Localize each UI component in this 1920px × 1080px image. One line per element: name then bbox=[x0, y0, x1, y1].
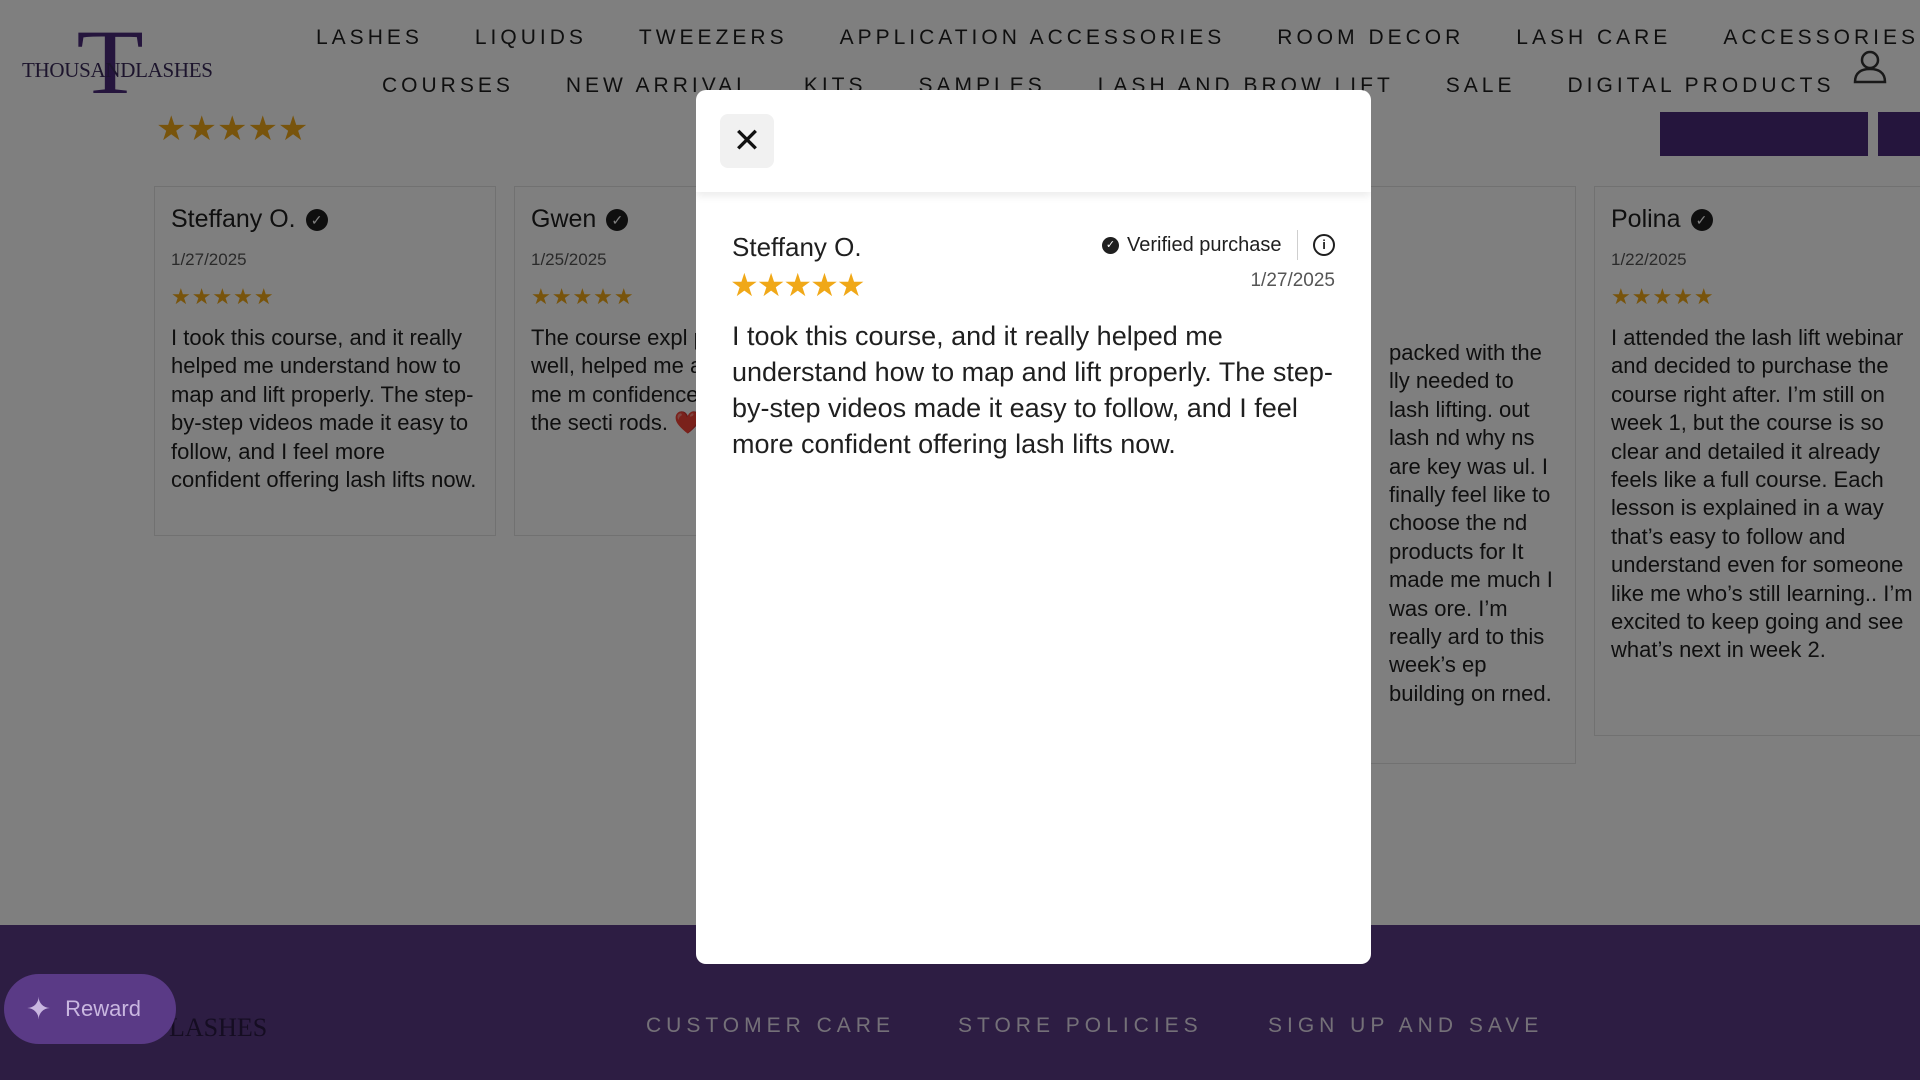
modal-header: ✕ bbox=[696, 90, 1371, 192]
verified-purchase-label: Verified purchase bbox=[1127, 234, 1282, 256]
review-modal: ✕ Steffany O. ✓ Verified purchase i ★★★★… bbox=[696, 90, 1371, 964]
modal-review-stars: ★★★★★ bbox=[730, 267, 865, 303]
badge-divider bbox=[1297, 230, 1298, 260]
modal-reviewer-name: Steffany O. bbox=[732, 232, 862, 262]
modal-review-date: 1/27/2025 bbox=[1250, 270, 1335, 291]
modal-review-text: I took this course, and it really helped… bbox=[732, 321, 1333, 459]
verified-purchase-badge: ✓ Verified purchase bbox=[1102, 234, 1282, 257]
reward-button[interactable]: ✦ Reward bbox=[4, 974, 176, 1044]
reward-label: Reward bbox=[65, 996, 141, 1021]
close-icon[interactable]: ✕ bbox=[720, 114, 774, 168]
party-popper-icon: ✦ bbox=[26, 992, 52, 1026]
check-circle-icon: ✓ bbox=[1102, 237, 1119, 254]
info-icon[interactable]: i bbox=[1313, 234, 1335, 256]
